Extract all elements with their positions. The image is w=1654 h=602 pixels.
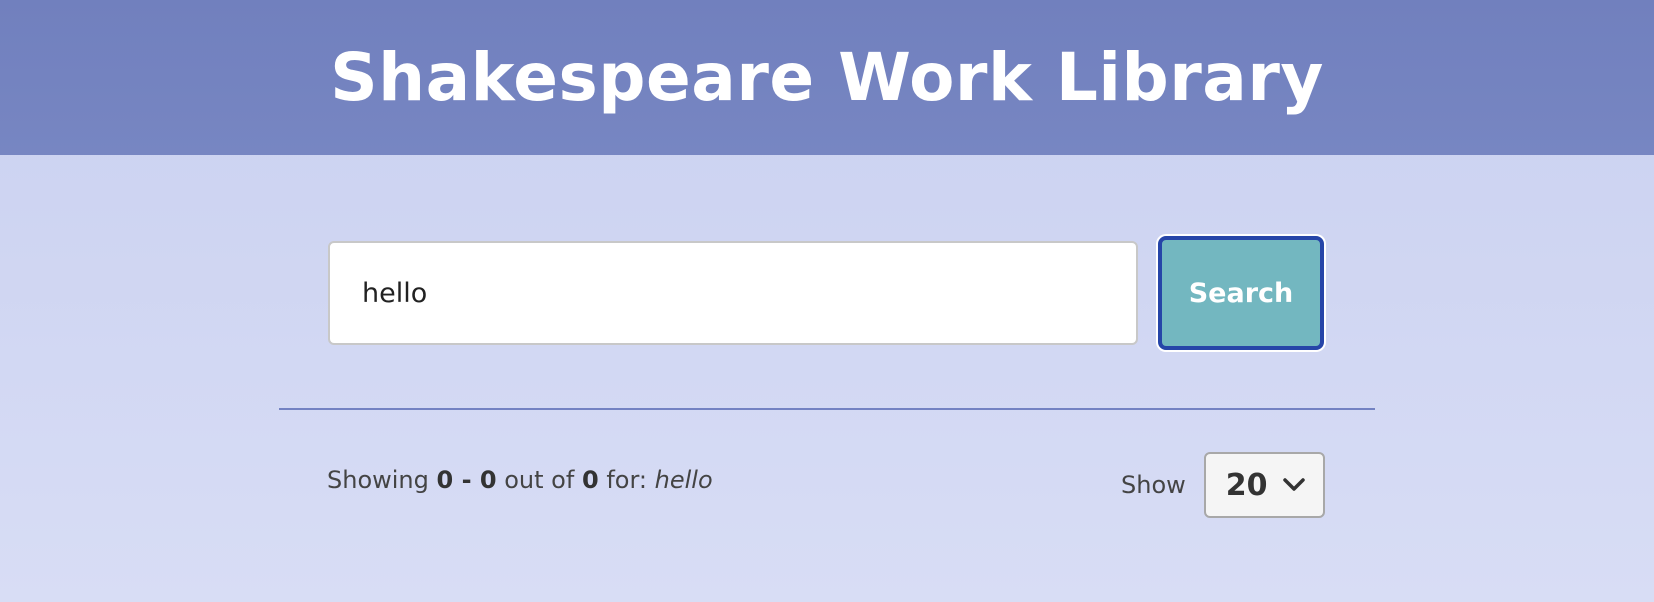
results-range-end: 0 [479,466,497,494]
search-button[interactable]: Search [1158,236,1324,350]
results-for-label: for: [606,466,647,494]
results-range-separator: - [461,466,472,494]
per-page-control: Show 20 [1121,452,1325,518]
results-query: hello [654,466,713,494]
page-header: Shakespeare Work Library [0,0,1654,155]
search-input[interactable] [328,241,1138,345]
search-bar: Search [328,236,1324,350]
results-range-start: 0 [436,466,454,494]
chevron-down-icon [1283,478,1305,492]
results-total: 0 [581,466,599,494]
results-prefix: Showing [327,466,429,494]
per-page-value: 20 [1225,467,1268,503]
per-page-select[interactable]: 20 [1203,452,1325,518]
show-label: Show [1121,471,1186,499]
results-summary: Showing 0 - 0 out of 0 for: hello [327,466,713,494]
results-out-of-label: out of [504,466,575,494]
page-title: Shakespeare Work Library [330,39,1324,116]
divider [279,408,1375,410]
